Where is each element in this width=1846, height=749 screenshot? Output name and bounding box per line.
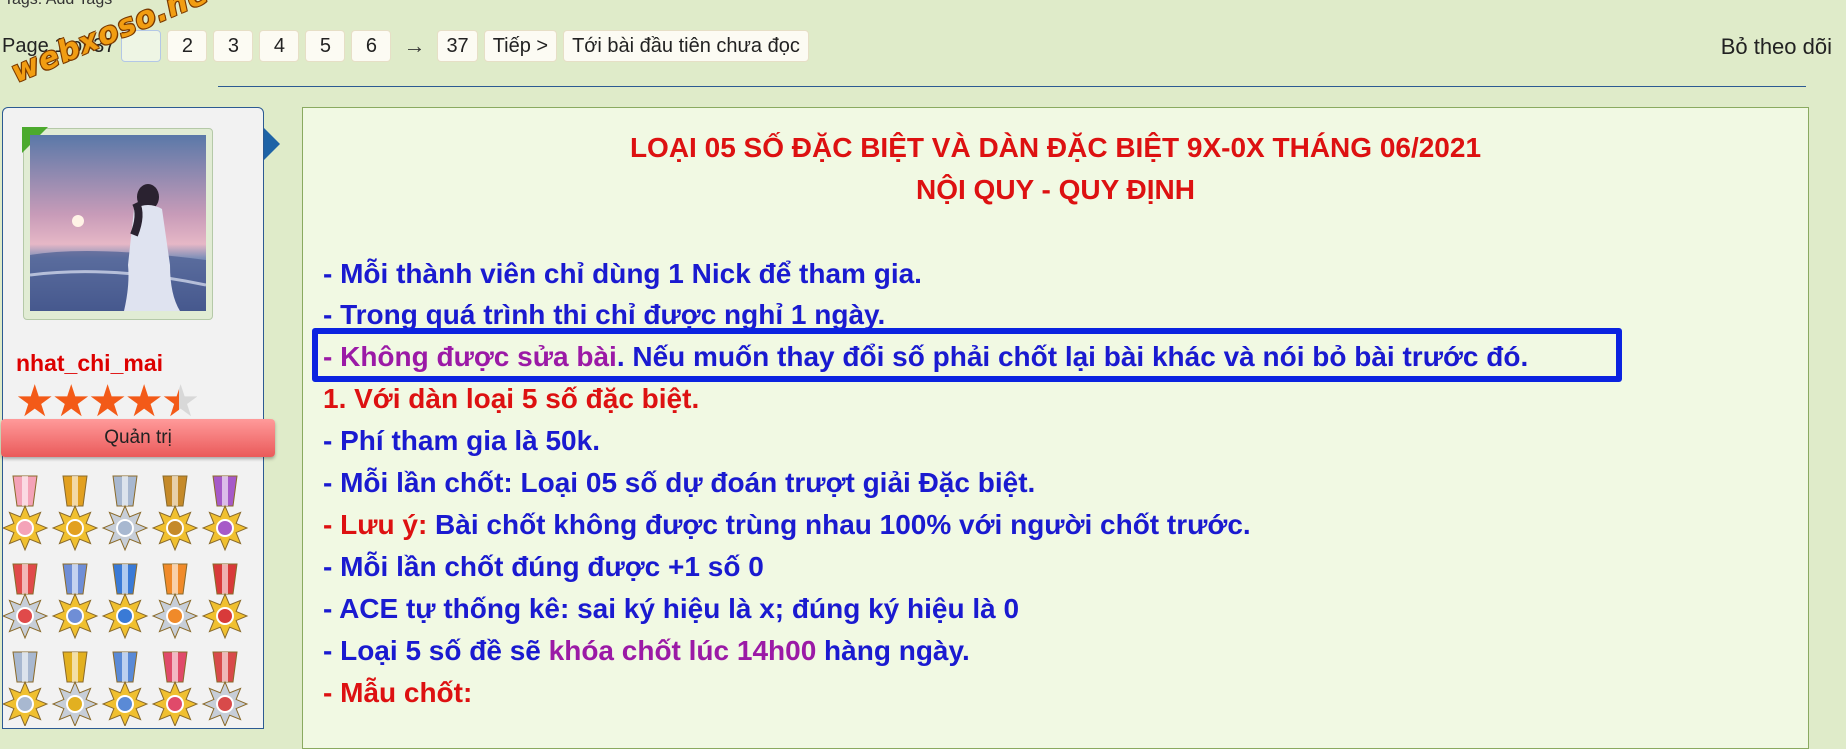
lock-text: hàng ngày. xyxy=(816,635,970,666)
page-button[interactable]: 3 xyxy=(213,30,254,62)
page-button[interactable]: 5 xyxy=(305,30,346,62)
medal-orange xyxy=(151,563,199,640)
arrow-right-icon: → xyxy=(403,33,426,58)
post-pointer-icon xyxy=(264,128,280,160)
medal-star-silver xyxy=(101,475,149,552)
rule-line: - Mỗi thành viên chỉ dùng 1 Nick để tham… xyxy=(323,258,922,289)
rule-line: - Loại 5 số đề sẽ khóa chốt lúc 14h00 hà… xyxy=(323,635,970,667)
medal-gold xyxy=(51,651,99,726)
lock-text: - Loại 5 số đề sẽ xyxy=(323,635,549,666)
medal-purple xyxy=(201,475,249,552)
rating-stars: ★★★★★ xyxy=(15,380,200,424)
medal-star-silver xyxy=(3,651,49,726)
note-text: Bài chốt không được trùng nhau 100% với … xyxy=(427,509,1251,540)
rule-line: - ACE tự thống kê: sai ký hiệu là x; đún… xyxy=(323,593,1020,624)
sample-heading: - Mẫu chốt: xyxy=(323,677,473,708)
medal-blue-star xyxy=(101,651,149,726)
medal-heart xyxy=(3,475,49,552)
note-label: - Lưu ý: xyxy=(323,509,428,540)
medal-star-blue xyxy=(51,563,99,640)
highlight-box xyxy=(312,328,1622,382)
rule-line: - Mỗi lần chốt: Loại 05 số dự đoán trượt… xyxy=(323,467,1036,498)
post-title: LOẠI 05 SỐ ĐẶC BIỆT VÀ DÀN ĐẶC BIỆT 9X-0… xyxy=(629,132,1482,163)
trophy-icon xyxy=(151,475,199,552)
page-button[interactable]: 4 xyxy=(259,30,300,62)
divider xyxy=(218,86,1806,87)
rule-line: - Trong quá trình thi chỉ được nghỉ 1 ng… xyxy=(323,299,886,330)
section-heading: 1. Với dàn loại 5 số đặc biệt. xyxy=(323,383,700,414)
unfollow-link[interactable]: Bỏ theo dõi xyxy=(1721,34,1832,60)
rank-badge: Quản trị xyxy=(1,419,275,457)
username[interactable]: nhat_chi_mai xyxy=(16,350,163,377)
avatar-frame xyxy=(22,127,213,320)
lock-time: khóa chốt lúc 14h00 xyxy=(548,635,817,666)
first-unread-button[interactable]: Tới bài đầu tiên chưa đọc xyxy=(563,30,809,62)
post-content: LOẠI 05 SỐ ĐẶC BIỆT VÀ DÀN ĐẶC BIỆT 9X-0… xyxy=(302,107,1809,749)
rule-line: - Mỗi lần chốt đúng được +1 số 0 xyxy=(323,551,764,582)
medals-area xyxy=(3,475,249,726)
medal-red-cross xyxy=(201,651,249,726)
next-page-button[interactable]: Tiếp > xyxy=(483,30,558,62)
page-button[interactable]: 6 xyxy=(351,30,392,62)
avatar[interactable] xyxy=(30,135,206,311)
rule-line: - Phí tham gia là 50k. xyxy=(323,425,600,456)
last-page-button[interactable]: 37 xyxy=(437,30,478,62)
page-button[interactable]: 2 xyxy=(167,30,208,62)
medal-ribbon-red xyxy=(3,563,49,640)
medal-red-heart xyxy=(151,651,199,726)
medal-blue-ribbon xyxy=(101,563,149,640)
rule-line: - Lưu ý: Bài chốt không được trùng nhau … xyxy=(323,509,1251,541)
medal-cross-gold xyxy=(51,475,99,552)
post-subtitle: NỘI QUY - QUY ĐỊNH xyxy=(915,174,1195,205)
user-panel: nhat_chi_mai ★★★★★ Quản trị xyxy=(1,107,275,729)
medal-red-star xyxy=(201,563,249,640)
tags-label: Tags: Add Tags xyxy=(4,0,112,9)
